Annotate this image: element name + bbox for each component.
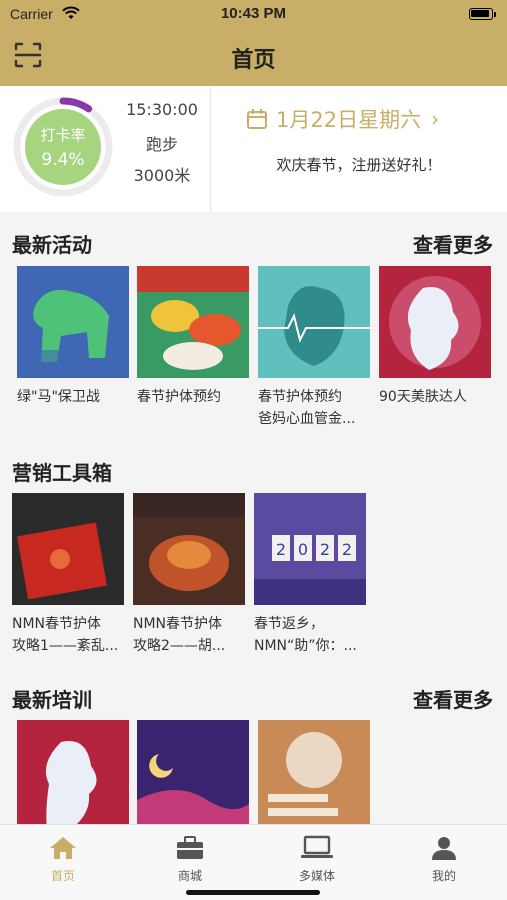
- briefcase-icon: [177, 836, 203, 859]
- tab-home[interactable]: 首页: [0, 835, 126, 884]
- tab-multimedia[interactable]: 多媒体: [254, 835, 380, 884]
- activity-card[interactable]: 春节护体预约: [137, 266, 249, 408]
- calendar-icon: [247, 109, 267, 129]
- toolbox-caption: NMN春节护体: [133, 616, 223, 632]
- activity-card[interactable]: 春节护体预约 爸妈心血管金...: [258, 266, 370, 430]
- tab-multimedia-label: 多媒体: [298, 869, 335, 883]
- exercise-type: 跑步: [145, 135, 178, 154]
- toolbox-card[interactable]: NMN春节护体 攻略2——胡...: [133, 493, 245, 657]
- summary-panel: 打卡率 9.4% 15:30:00 跑步 3000米 1月22日星期六 › 欢庆…: [0, 86, 507, 212]
- activity-card[interactable]: 绿"马"保卫战: [17, 266, 129, 408]
- chevron-right-icon: ›: [431, 107, 440, 131]
- tab-mall-label: 商城: [177, 869, 202, 883]
- promo-text[interactable]: 欢庆春节，注册送好礼！: [211, 154, 507, 175]
- activity-caption-line2: 爸妈心血管金...: [258, 411, 356, 427]
- activity-caption: 绿"马"保卫战: [17, 389, 100, 405]
- training-thumbnail: [17, 720, 129, 832]
- activity-thumbnail: [379, 266, 491, 378]
- toolbox-thumbnail: [12, 493, 124, 605]
- date-selector[interactable]: 1月22日星期六 ›: [246, 104, 439, 134]
- toolbox-thumbnail: 2 0 2 2: [254, 493, 366, 605]
- svg-text:0: 0: [298, 540, 308, 559]
- home-icon: [50, 837, 76, 859]
- activity-thumbnail: [258, 266, 370, 378]
- exercise-distance: 3000米: [133, 166, 191, 185]
- training-card[interactable]: [258, 720, 370, 836]
- toolbox-thumbnail: [133, 493, 245, 605]
- toolbox-caption: 春节返乡，: [254, 616, 324, 632]
- training-card[interactable]: [17, 720, 129, 836]
- activities-more-link[interactable]: 查看更多: [413, 229, 493, 258]
- toolbox-caption-line2: 攻略1——紊乱...: [12, 638, 119, 654]
- battery-tip: [494, 12, 496, 17]
- laptop-icon: [301, 835, 333, 858]
- tab-mine[interactable]: 我的: [381, 835, 507, 884]
- training-thumbnail: [137, 720, 249, 832]
- activity-thumbnail: [17, 266, 129, 378]
- toolbox-caption-line2: 攻略2——胡...: [133, 638, 226, 654]
- svg-text:2: 2: [320, 540, 330, 559]
- status-bar: Carrier 10:43 PM: [0, 0, 507, 28]
- tab-mall[interactable]: 商城: [127, 835, 253, 884]
- status-time: 10:43 PM: [220, 5, 287, 22]
- checkin-rate-ring[interactable]: [12, 96, 114, 198]
- toolbox-card[interactable]: NMN春节护体 攻略1——紊乱...: [12, 493, 124, 657]
- training-thumbnail: [258, 720, 370, 832]
- checkin-rate-label: 打卡率: [40, 126, 86, 144]
- top-bar: Carrier 10:43 PM 首页: [0, 0, 507, 86]
- person-icon: [432, 837, 456, 860]
- exercise-duration: 15:30:00: [126, 100, 198, 119]
- activity-caption: 90天美肤达人: [379, 389, 467, 405]
- activity-caption: 春节护体预约: [137, 389, 221, 405]
- toolbox-caption: NMN春节护体: [12, 616, 102, 632]
- svg-text:2: 2: [342, 540, 352, 559]
- svg-text:2: 2: [276, 540, 286, 559]
- section-title-activities: 最新活动: [12, 233, 92, 257]
- activity-card[interactable]: 90天美肤达人: [379, 266, 491, 408]
- tab-bar: 首页 商城 多媒体 我的: [0, 824, 507, 900]
- training-card[interactable]: [137, 720, 249, 836]
- summary-divider: [210, 86, 211, 212]
- section-title-toolbox: 营销工具箱: [12, 461, 112, 485]
- training-more-link[interactable]: 查看更多: [413, 684, 493, 713]
- tab-mine-label: 我的: [431, 869, 456, 883]
- toolbox-caption-line2: NMN“助”你：...: [254, 638, 357, 654]
- home-indicator: [186, 890, 320, 895]
- battery-icon: [469, 8, 493, 20]
- checkin-rate-value: 9.4%: [41, 150, 85, 170]
- tab-home-label: 首页: [50, 869, 75, 883]
- activity-thumbnail: [137, 266, 249, 378]
- date-label: 1月22日星期六: [276, 108, 422, 132]
- page-title: 首页: [231, 48, 276, 73]
- toolbox-card[interactable]: 2 0 2 2 春节返乡， NMN“助”你：...: [254, 493, 366, 657]
- activity-caption: 春节护体预约: [258, 389, 342, 405]
- section-title-training: 最新培训: [12, 688, 92, 712]
